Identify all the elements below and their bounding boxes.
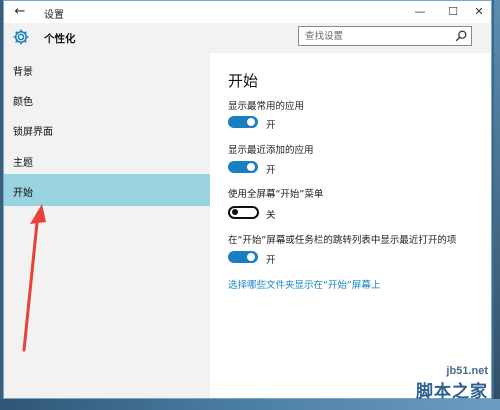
choose-folders-link[interactable]: 选择哪些文件夹显示在“开始”屏幕上 <box>228 277 380 291</box>
search-box[interactable] <box>298 26 472 46</box>
close-button[interactable]: ✕ <box>468 3 490 21</box>
sidebar-item-label: 背景 <box>13 67 33 78</box>
settings-window: ← 设置 — ☐ ✕ 个性化 查找设置 背景 颜色 锁屏界面 主题 开始 开始 … <box>3 0 492 399</box>
minimize-icon: — <box>414 5 426 18</box>
desktop-edge-right <box>494 0 500 410</box>
minimize-button[interactable]: — <box>409 3 431 21</box>
settings-header: 个性化 <box>4 23 491 53</box>
sidebar: 背景 颜色 锁屏界面 主题 开始 <box>4 53 210 398</box>
search-input[interactable] <box>305 29 445 43</box>
maximize-icon: ☐ <box>448 5 458 18</box>
sidebar-item-colors[interactable]: 颜色 <box>4 84 210 114</box>
toggle-most-used[interactable] <box>228 116 258 128</box>
toggle-knob <box>247 163 255 171</box>
sidebar-item-themes[interactable]: 主题 <box>4 145 210 175</box>
sidebar-item-start[interactable]: 开始 <box>4 174 210 206</box>
setting-label-most-used: 显示最常用的应用 <box>228 101 305 112</box>
toggle-recently-added[interactable] <box>228 161 258 173</box>
setting-label-recent-items: 在“开始”屏幕或任务栏的跳转列表中显示最近打开的项 <box>228 235 457 246</box>
sidebar-item-label: 颜色 <box>13 97 33 108</box>
desktop-edge-bottom <box>0 399 500 410</box>
toggle-state-full-screen-start: 关 <box>266 210 276 221</box>
sidebar-item-label: 主题 <box>13 158 33 169</box>
sidebar-item-label: 锁屏界面 <box>13 127 53 138</box>
maximize-button[interactable]: ☐ <box>442 3 464 21</box>
toggle-knob <box>232 209 238 215</box>
toggle-recent-items[interactable] <box>228 251 258 263</box>
toggle-state-most-used: 开 <box>266 120 276 131</box>
setting-label-recently-added: 显示最近添加的应用 <box>228 145 314 156</box>
main-content: 开始 显示最常用的应用 开 显示最近添加的应用 开 使用全屏幕“开始”菜单 关 … <box>210 53 491 398</box>
window-title: 设置 <box>44 10 64 21</box>
back-arrow-icon: ← <box>14 4 26 19</box>
sidebar-item-label: 开始 <box>13 188 33 199</box>
sidebar-item-lock-screen[interactable]: 锁屏界面 <box>4 114 210 144</box>
toggle-knob <box>247 253 255 261</box>
back-button[interactable]: ← <box>12 4 28 20</box>
toggle-state-recently-added: 开 <box>266 165 276 176</box>
title-bar: ← 设置 — ☐ ✕ <box>4 1 491 23</box>
close-icon: ✕ <box>474 5 484 18</box>
search-icon[interactable] <box>454 29 468 43</box>
toggle-knob <box>247 118 255 126</box>
gear-icon <box>13 29 29 45</box>
toggle-state-recent-items: 开 <box>266 255 276 266</box>
page-title: 开始 <box>228 72 259 90</box>
page-category-title: 个性化 <box>44 33 76 45</box>
toggle-full-screen-start[interactable] <box>228 206 259 219</box>
sidebar-item-background[interactable]: 背景 <box>4 54 210 84</box>
setting-label-full-screen-start: 使用全屏幕“开始”菜单 <box>228 189 324 200</box>
